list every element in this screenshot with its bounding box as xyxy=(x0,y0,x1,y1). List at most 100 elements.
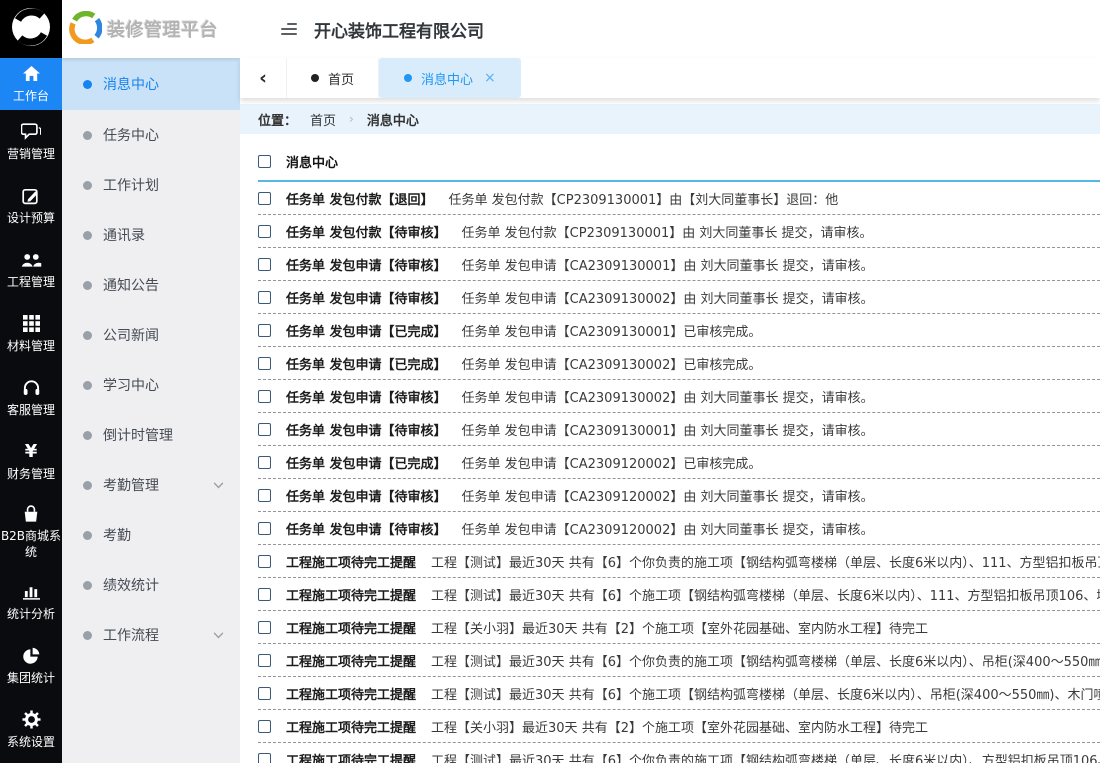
message-body: 任务单 发包申请【CA2309130001】已审核完成。 xyxy=(462,321,762,340)
message-row[interactable]: 任务单 发包申请【已完成】任务单 发包申请【CA2309130002】已审核完成… xyxy=(258,347,1100,380)
row-checkbox[interactable] xyxy=(258,324,271,337)
message-title: 任务单 发包申请【待审核】 xyxy=(286,519,447,538)
message-row[interactable]: 任务单 发包申请【待审核】任务单 发包申请【CA2309120002】由 刘大同… xyxy=(258,479,1100,512)
message-title: 工程施工项待完工提醒 xyxy=(286,552,416,571)
row-checkbox[interactable] xyxy=(258,225,271,238)
tab-close-icon[interactable]: × xyxy=(484,70,496,86)
tab-message-center[interactable]: 消息中心× xyxy=(379,58,521,98)
message-body: 任务单 发包申请【CA2309130002】由 刘大同董事长 提交，请审核。 xyxy=(462,387,874,406)
bullet-dot-icon xyxy=(83,581,92,590)
menu-item-learning-center[interactable]: 学习中心 xyxy=(62,360,240,410)
sidebar-item-statistics[interactable]: 统计分析 xyxy=(0,570,62,634)
message-row[interactable]: 工程施工项待完工提醒工程【关小羽】最近30天 共有【2】个施工项【室外花园基础、… xyxy=(258,611,1100,644)
tab-dot-icon xyxy=(404,74,412,82)
breadcrumb: 位置： 首页 › 消息中心 xyxy=(240,104,1100,134)
list-header-row: 消息中心 xyxy=(258,142,1100,182)
menu-item-attendance-mgmt[interactable]: 考勤管理 xyxy=(62,460,240,510)
row-checkbox[interactable] xyxy=(258,192,271,205)
sidebar-item-material[interactable]: 材料管理 xyxy=(0,302,62,366)
menu-item-task-center[interactable]: 任务中心 xyxy=(62,110,240,160)
menu-item-workflow[interactable]: 工作流程 xyxy=(62,610,240,660)
primary-nav: 工作台营销管理设计预算工程管理材料管理客服管理 ¥财务管理B2B商城系统统计分析集… xyxy=(0,58,62,762)
select-all-checkbox[interactable] xyxy=(258,155,271,168)
row-checkbox[interactable] xyxy=(258,621,271,634)
message-row[interactable]: 工程施工项待完工提醒工程【测试】最近30天 共有【6】个你负责的施工项【钢结构弧… xyxy=(258,644,1100,677)
message-row[interactable]: 任务单 发包付款【待审核】任务单 发包付款【CP2309130001】由 刘大同… xyxy=(258,215,1100,248)
tabs-back-button[interactable]: ‹ xyxy=(240,58,286,98)
row-checkbox[interactable] xyxy=(258,522,271,535)
row-checkbox[interactable] xyxy=(258,555,271,568)
row-checkbox[interactable] xyxy=(258,258,271,271)
bullet-dot-icon xyxy=(83,381,92,390)
message-body: 工程【关小羽】最近30天 共有【2】个施工项【室外花园基础、室内防水工程】待完工 xyxy=(431,618,928,637)
message-body: 工程【测试】最近30天 共有【6】个你负责的施工项【钢结构弧弯楼梯（单层、长度6… xyxy=(431,651,1100,670)
row-checkbox[interactable] xyxy=(258,720,271,733)
message-row[interactable]: 任务单 发包申请【待审核】任务单 发包申请【CA2309130001】由 刘大同… xyxy=(258,248,1100,281)
bag-icon xyxy=(22,504,40,524)
secondary-nav: 消息中心任务中心工作计划通讯录通知公告公司新闻学习中心倒计时管理考勤管理考勤绩效… xyxy=(62,58,240,660)
menu-item-contacts[interactable]: 通讯录 xyxy=(62,210,240,260)
breadcrumb-item-home[interactable]: 首页 xyxy=(310,110,336,129)
tab-bar: ‹ 首页 消息中心× xyxy=(240,58,1100,98)
gear-icon xyxy=(22,710,41,730)
message-row[interactable]: 任务单 发包申请【已完成】任务单 发包申请【CA2309130001】已审核完成… xyxy=(258,314,1100,347)
message-row[interactable]: 工程施工项待完工提醒工程【测试】最近30天 共有【6】个施工项【钢结构弧弯楼梯（… xyxy=(258,677,1100,710)
message-row[interactable]: 工程施工项待完工提醒工程【测试】最近30天 共有【6】个你负责的施工项【钢结构弧… xyxy=(258,545,1100,578)
message-row[interactable]: 工程施工项待完工提醒工程【测试】最近30天 共有【6】个你负责的施工项【钢结构弧… xyxy=(258,743,1100,763)
row-checkbox[interactable] xyxy=(258,423,271,436)
sidebar-item-group-stats[interactable]: 集团统计 xyxy=(0,634,62,698)
menu-item-company-news[interactable]: 公司新闻 xyxy=(62,310,240,360)
sidebar-item-b2b-mall[interactable]: B2B商城系统 xyxy=(0,494,62,570)
sidebar-item-service[interactable]: 客服管理 xyxy=(0,366,62,430)
row-checkbox[interactable] xyxy=(258,753,271,763)
menu-item-work-plan[interactable]: 工作计划 xyxy=(62,160,240,210)
row-checkbox[interactable] xyxy=(258,357,271,370)
chevron-down-icon xyxy=(213,482,224,489)
row-checkbox[interactable] xyxy=(258,489,271,502)
sidebar-item-label: 统计分析 xyxy=(7,607,55,623)
row-checkbox[interactable] xyxy=(258,291,271,304)
message-row[interactable]: 任务单 发包申请【待审核】任务单 发包申请【CA2309120002】由 刘大同… xyxy=(258,512,1100,545)
menu-item-label: 任务中心 xyxy=(103,125,159,145)
menu-item-notice[interactable]: 通知公告 xyxy=(62,260,240,310)
message-body: 工程【测试】最近30天 共有【6】个施工项【钢结构弧弯楼梯（单层、长度6米以内）… xyxy=(431,585,1100,604)
bullet-dot-icon xyxy=(83,80,92,89)
row-checkbox[interactable] xyxy=(258,588,271,601)
message-row[interactable]: 任务单 发包申请【待审核】任务单 发包申请【CA2309130002】由 刘大同… xyxy=(258,380,1100,413)
message-row[interactable]: 任务单 发包申请【待审核】任务单 发包申请【CA2309130001】由 刘大同… xyxy=(258,413,1100,446)
sidebar-item-project[interactable]: 工程管理 xyxy=(0,238,62,302)
row-checkbox[interactable] xyxy=(258,390,271,403)
menu-item-countdown[interactable]: 倒计时管理 xyxy=(62,410,240,460)
message-row[interactable]: 任务单 发包付款【退回】任务单 发包付款【CP2309130001】由【刘大同董… xyxy=(258,182,1100,215)
primary-sidebar: 工作台营销管理设计预算工程管理材料管理客服管理 ¥财务管理B2B商城系统统计分析集… xyxy=(0,0,62,763)
message-title: 任务单 发包申请【已完成】 xyxy=(286,354,447,373)
row-checkbox[interactable] xyxy=(258,687,271,700)
menu-item-message-center[interactable]: 消息中心 xyxy=(62,58,240,110)
message-row[interactable]: 工程施工项待完工提醒工程【关小羽】最近30天 共有【2】个施工项【室外花园基础、… xyxy=(258,710,1100,743)
sidebar-toggle-button[interactable] xyxy=(277,19,301,39)
message-row[interactable]: 工程施工项待完工提醒工程【测试】最近30天 共有【6】个施工项【钢结构弧弯楼梯（… xyxy=(258,578,1100,611)
message-body: 工程【关小羽】最近30天 共有【2】个施工项【室外花园基础、室内防水工程】待完工 xyxy=(431,717,928,736)
sidebar-item-label: 工作台 xyxy=(13,89,49,105)
sidebar-item-finance[interactable]: ¥财务管理 xyxy=(0,430,62,494)
bullet-dot-icon xyxy=(83,481,92,490)
sidebar-item-label: 客服管理 xyxy=(7,403,55,419)
breadcrumb-item-current: 消息中心 xyxy=(367,110,419,129)
message-row[interactable]: 任务单 发包申请【已完成】任务单 发包申请【CA2309120002】已审核完成… xyxy=(258,446,1100,479)
row-checkbox[interactable] xyxy=(258,654,271,667)
row-checkbox[interactable] xyxy=(258,456,271,469)
sidebar-item-settings[interactable]: 系统设置 xyxy=(0,698,62,762)
sidebar-item-design[interactable]: 设计预算 xyxy=(0,174,62,238)
breadcrumb-label: 位置： xyxy=(258,110,297,129)
sidebar-item-marketing[interactable]: 营销管理 xyxy=(0,110,62,174)
message-title: 工程施工项待完工提醒 xyxy=(286,651,416,670)
sidebar-item-workbench[interactable]: 工作台 xyxy=(0,58,62,110)
menu-item-label: 考勤管理 xyxy=(103,475,159,495)
menu-item-performance[interactable]: 绩效统计 xyxy=(62,560,240,610)
menu-item-attendance[interactable]: 考勤 xyxy=(62,510,240,560)
tab-home[interactable]: 首页 xyxy=(286,58,379,98)
menu-item-label: 工作流程 xyxy=(103,625,159,645)
tab-label: 首页 xyxy=(328,69,354,88)
brand-name: 装修管理平台 xyxy=(107,16,218,42)
message-row[interactable]: 任务单 发包申请【待审核】任务单 发包申请【CA2309130002】由 刘大同… xyxy=(258,281,1100,314)
